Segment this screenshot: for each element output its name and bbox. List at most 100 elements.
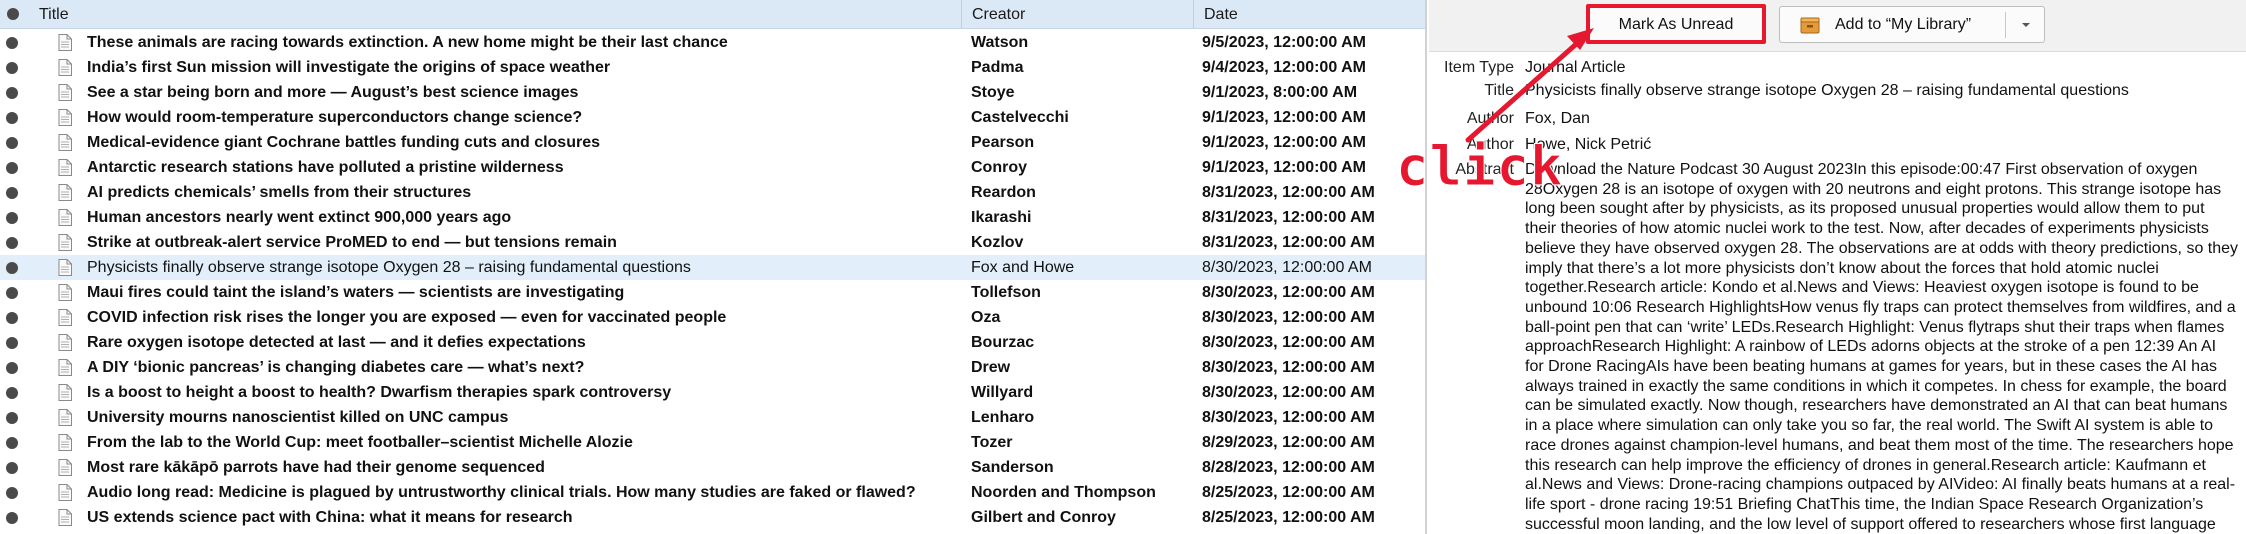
unread-dot-icon[interactable]	[6, 112, 18, 124]
document-icon	[58, 184, 72, 201]
row-title: These animals are racing towards extinct…	[87, 34, 728, 51]
row-creator: Willyard	[971, 384, 1034, 401]
row-date: 9/1/2023, 12:00:00 AM	[1202, 109, 1366, 126]
unread-dot-icon[interactable]	[6, 337, 18, 349]
row-creator: Oza	[971, 309, 1001, 326]
table-row[interactable]: Medical-evidence giant Cochrane battles …	[0, 130, 1425, 155]
click-annotation: click	[1396, 135, 1564, 199]
row-title: Is a boost to height a boost to health? …	[87, 384, 672, 401]
mark-as-unread-button[interactable]: Mark As Unread	[1589, 6, 1763, 43]
table-row[interactable]: Most rare kākāpō parrots have had their …	[0, 455, 1425, 480]
row-title: Rare oxygen isotope detected at last — a…	[87, 334, 586, 351]
document-icon	[58, 434, 72, 451]
column-header-title[interactable]: Title	[29, 0, 969, 29]
table-row[interactable]: These animals are racing towards extinct…	[0, 30, 1425, 55]
table-row[interactable]: See a star being born and more — August’…	[0, 80, 1425, 105]
item-pane-toolbar: Mark As Unread Add to “My Library”	[1429, 0, 2246, 52]
unread-dot-icon[interactable]	[6, 412, 18, 424]
unread-dot-icon[interactable]	[6, 237, 18, 249]
title-value[interactable]: Physicists finally observe strange isoto…	[1525, 81, 2129, 101]
unread-dot-icon[interactable]	[6, 487, 18, 499]
row-date: 8/30/2023, 12:00:00 AM	[1202, 284, 1375, 301]
row-title: From the lab to the World Cup: meet foot…	[87, 434, 633, 451]
row-title: Audio long read: Medicine is plagued by …	[87, 484, 916, 501]
table-row[interactable]: Is a boost to height a boost to health? …	[0, 380, 1425, 405]
author-value[interactable]: Fox, Dan	[1525, 109, 1590, 129]
table-row[interactable]: India’s first Sun mission will investiga…	[0, 55, 1425, 80]
table-row[interactable]: COVID infection risk rises the longer yo…	[0, 305, 1425, 330]
row-date: 8/25/2023, 12:00:00 AM	[1202, 484, 1375, 501]
row-title: See a star being born and more — August’…	[87, 84, 579, 101]
row-date: 9/4/2023, 12:00:00 AM	[1202, 59, 1366, 76]
unread-dot-icon[interactable]	[6, 462, 18, 474]
table-row[interactable]: US extends science pact with China: what…	[0, 505, 1425, 530]
row-date: 9/5/2023, 12:00:00 AM	[1202, 34, 1366, 51]
unread-dot-icon[interactable]	[6, 262, 18, 274]
row-title: How would room-temperature superconducto…	[87, 109, 583, 126]
row-date: 8/30/2023, 12:00:00 AM	[1202, 359, 1375, 376]
unread-dot-icon[interactable]	[6, 312, 18, 324]
row-creator: Reardon	[971, 184, 1036, 201]
document-icon	[58, 134, 72, 151]
unread-dot-icon[interactable]	[6, 387, 18, 399]
unread-dot-icon[interactable]	[6, 287, 18, 299]
document-icon	[58, 284, 72, 301]
column-header-date[interactable]: Date	[1193, 0, 1425, 29]
unread-dot-icon[interactable]	[6, 362, 18, 374]
chevron-down-icon[interactable]	[2019, 16, 2033, 34]
add-to-library-button[interactable]: Add to “My Library”	[1779, 6, 2045, 43]
row-date: 9/1/2023, 12:00:00 AM	[1202, 159, 1366, 176]
unread-dot-icon[interactable]	[6, 187, 18, 199]
row-creator: Noorden and Thompson	[971, 484, 1156, 501]
unread-dot-icon[interactable]	[6, 162, 18, 174]
row-creator: Kozlov	[971, 234, 1024, 251]
table-row[interactable]: Human ancestors nearly went extinct 900,…	[0, 205, 1425, 230]
document-icon	[58, 259, 72, 276]
table-row[interactable]: Antarctic research stations have pollute…	[0, 155, 1425, 180]
row-date: 9/1/2023, 8:00:00 AM	[1202, 84, 1358, 101]
row-title: Antarctic research stations have pollute…	[87, 159, 564, 176]
table-row[interactable]: Maui fires could taint the island’s wate…	[0, 280, 1425, 305]
unread-dot-icon[interactable]	[6, 62, 18, 74]
document-icon	[58, 59, 72, 76]
add-to-library-label: Add to “My Library”	[1835, 16, 1972, 33]
item-type-label: Item Type	[1444, 59, 1514, 76]
unread-dot-icon[interactable]	[6, 137, 18, 149]
row-date: 8/30/2023, 12:00:00 AM	[1202, 409, 1375, 426]
table-row[interactable]: Strike at outbreak-alert service ProMED …	[0, 230, 1425, 255]
items-list-pane: Title Creator Date These animals are rac…	[0, 0, 1427, 534]
table-row[interactable]: AI predicts chemicals’ smells from their…	[0, 180, 1425, 205]
document-icon	[58, 409, 72, 426]
unread-dot-icon[interactable]	[6, 512, 18, 524]
abstract-value[interactable]: Download the Nature Podcast 30 August 20…	[1525, 160, 2239, 534]
unread-column-icon[interactable]	[5, 6, 21, 22]
row-creator: Gilbert and Conroy	[971, 509, 1116, 526]
item-type-value[interactable]: Journal Article	[1525, 58, 1626, 78]
row-creator: Drew	[971, 359, 1011, 376]
unread-dot-icon[interactable]	[6, 37, 18, 49]
table-row[interactable]: From the lab to the World Cup: meet foot…	[0, 430, 1425, 455]
unread-dot-icon[interactable]	[6, 87, 18, 99]
column-header-creator[interactable]: Creator	[961, 0, 1193, 29]
unread-dot-icon[interactable]	[6, 212, 18, 224]
row-title: AI predicts chemicals’ smells from their…	[87, 184, 472, 201]
title-label: Title	[1484, 82, 1514, 99]
table-row[interactable]: University mourns nanoscientist killed o…	[0, 405, 1425, 430]
document-icon	[58, 484, 72, 501]
table-row[interactable]: A DIY ‘bionic pancreas’ is changing diab…	[0, 355, 1425, 380]
items-list-rows: These animals are racing towards extinct…	[0, 30, 1425, 530]
document-icon	[58, 384, 72, 401]
row-date: 8/25/2023, 12:00:00 AM	[1202, 509, 1375, 526]
row-title: Medical-evidence giant Cochrane battles …	[87, 134, 600, 151]
table-row[interactable]: Rare oxygen isotope detected at last — a…	[0, 330, 1425, 355]
unread-dot-icon[interactable]	[6, 437, 18, 449]
row-date: 8/30/2023, 12:00:00 AM	[1202, 259, 1372, 276]
row-title: A DIY ‘bionic pancreas’ is changing diab…	[87, 359, 585, 376]
table-row[interactable]: Physicists finally observe strange isoto…	[0, 255, 1425, 280]
document-icon	[58, 209, 72, 226]
table-row[interactable]: Audio long read: Medicine is plagued by …	[0, 480, 1425, 505]
table-row[interactable]: How would room-temperature superconducto…	[0, 105, 1425, 130]
item-pane: Mark As Unread Add to “My Library” Item …	[1429, 0, 2246, 534]
row-title: Most rare kākāpō parrots have had their …	[87, 459, 545, 476]
document-icon	[58, 459, 72, 476]
